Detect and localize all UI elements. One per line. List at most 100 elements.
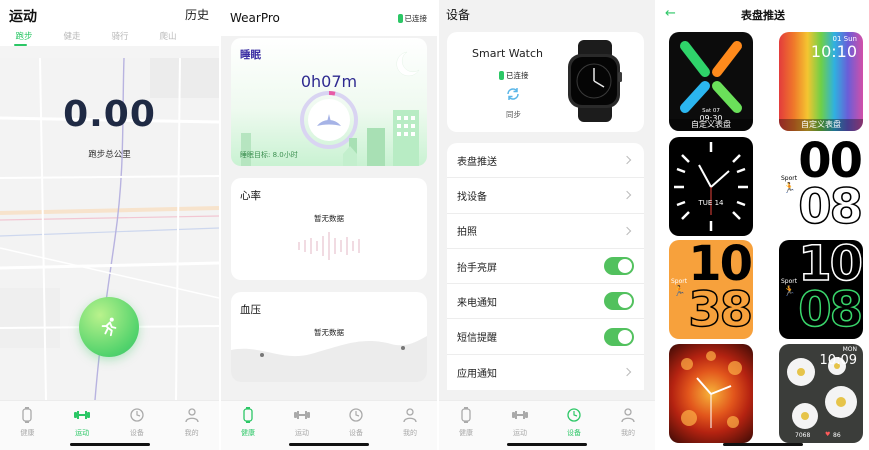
settings-item-label: 应用通知 [457, 368, 497, 380]
device-icon [349, 408, 363, 422]
watch-status-icon [499, 71, 504, 80]
face-8-time: 10:09 [819, 353, 857, 368]
device-card[interactable]: Smart Watch 已连接 同步 [447, 32, 644, 132]
page-title: 运动 [9, 9, 37, 25]
tab-cycling[interactable]: 骑行 [96, 30, 144, 46]
connection-status[interactable]: 已连接 [397, 13, 428, 24]
home-indicator [69, 443, 150, 446]
tab-mine[interactable]: 我的 [383, 401, 437, 450]
toggle-switch[interactable] [604, 292, 634, 311]
settings-item-0[interactable]: 表盘推送 [447, 143, 644, 179]
watch-face-4[interactable]: 00 08 Sport 🏃 [779, 137, 863, 236]
watch-face-5[interactable]: 10 38 Sport 🏃 [669, 240, 753, 339]
device-settings-list: 表盘推送找设备拍照抬手亮屏来电通知短信提醒应用通知 [447, 143, 644, 391]
watch-icon [243, 407, 253, 423]
settings-item-1[interactable]: 找设备 [447, 178, 644, 214]
face-1-caption: 自定义表盘 [669, 119, 753, 131]
user-icon [621, 408, 635, 423]
face-5-minute: 38 [687, 281, 753, 339]
home-indicator [723, 443, 803, 446]
tab-health-label: 健康 [459, 429, 473, 437]
watch-face-3[interactable]: TUE 14 [669, 137, 753, 236]
tab-health-label: 健康 [241, 429, 255, 437]
chevron-right-icon [622, 368, 632, 377]
face-6-label: Sport [781, 278, 798, 285]
history-button[interactable]: 历史 [185, 6, 209, 23]
device-screen: 设备 Smart Watch 已连接 同步 表盘推送 找设备 拍照 抬手亮屏 来… [439, 0, 655, 450]
tab-device-label: 设备 [129, 429, 144, 437]
tab-walking[interactable]: 健走 [48, 30, 96, 46]
tab-mine-label: 我的 [403, 429, 417, 437]
distance-value: 0.00 [63, 94, 156, 135]
sync-label: 同步 [506, 110, 521, 119]
settings-item-3[interactable]: 抬手亮屏 [447, 249, 644, 285]
device-connection-label: 已连接 [506, 71, 529, 80]
tab-climbing[interactable]: 爬山 [144, 30, 192, 46]
user-icon [184, 408, 199, 423]
face-2-caption: 自定义表盘 [779, 119, 863, 131]
user-icon [403, 408, 417, 423]
watch-face-6[interactable]: 10 08 Sport 🏃 [779, 240, 863, 339]
sleep-card[interactable]: 睡眠 0h07m 睡眠目标: 8.0小时 [231, 38, 427, 166]
blood-pressure-card[interactable]: 血压 暂无数据 [231, 292, 427, 382]
sleep-duration: 0h07m [300, 72, 358, 91]
face-4-label: Sport [781, 175, 798, 182]
watch-face-1[interactable]: Sat 07 09:30 自定义表盘 [669, 32, 753, 131]
settings-item-label: 抬手亮屏 [457, 262, 497, 274]
heart-icon: ♥ [825, 431, 831, 438]
tab-motion-label: 运动 [75, 429, 90, 437]
bottom-tabbar: 健康 运动 设备 我的 [221, 400, 437, 450]
heart-rate-card[interactable]: 心率 暂无数据 [231, 178, 427, 280]
settings-item-label: 拍照 [457, 227, 477, 239]
smartwatch-image [568, 40, 622, 122]
analog-dial [674, 142, 748, 231]
settings-item-4[interactable]: 来电通知 [447, 284, 644, 320]
health-header: WearPro 已连接 [221, 0, 437, 36]
settings-item-label: 表盘推送 [457, 156, 497, 168]
tab-device-label: 设备 [349, 429, 363, 437]
tab-health[interactable]: 健康 [0, 401, 55, 450]
settings-item-2[interactable]: 拍照 [447, 214, 644, 249]
health-screen: WearPro 已连接 睡眠 0h07m 睡眠目标: 8.0小时 心率 暂无数据… [221, 0, 437, 450]
chevron-right-icon [622, 191, 632, 200]
app-collage: 运动 历史 跑步 健走 骑行 爬山 0.00 跑步总公里 健康 运动 设备 我的… [0, 0, 869, 450]
tab-mine[interactable]: 我的 [601, 401, 655, 450]
watch-face-8[interactable]: MON 10:09 7068 ♥ 86 [779, 344, 863, 443]
tab-health[interactable]: 健康 [221, 401, 275, 450]
watch-face-7[interactable] [669, 344, 753, 443]
device-header: 设备 [439, 0, 655, 30]
app-title: WearPro [230, 11, 280, 25]
watch-status-icon [397, 14, 403, 23]
face-4-minute: 08 [797, 178, 863, 236]
toggle-switch[interactable] [604, 327, 634, 346]
device-icon [567, 408, 581, 422]
dumbbell-icon [294, 411, 310, 419]
settings-item-label: 找设备 [457, 191, 487, 203]
distance-label: 跑步总公里 [88, 150, 131, 160]
tab-health[interactable]: 健康 [439, 401, 493, 450]
page-title: 设备 [446, 8, 471, 22]
sync-icon[interactable] [505, 86, 521, 102]
sport-type-tabs: 跑步 健走 骑行 爬山 [0, 30, 219, 46]
heart-rate-placeholder-chart [298, 232, 360, 260]
blood-pressure-wave [231, 336, 427, 382]
connection-label: 已连接 [404, 14, 428, 23]
start-run-button[interactable] [79, 297, 139, 357]
bottom-tabbar: 健康 运动 设备 我的 [0, 400, 219, 450]
motion-header: 运动 历史 跑步 健走 骑行 爬山 [0, 0, 219, 46]
face-2-time: 10:10 [810, 42, 857, 61]
chevron-right-icon [622, 226, 632, 235]
settings-item-label: 来电通知 [457, 297, 497, 309]
settings-item-6[interactable]: 应用通知 [447, 355, 644, 390]
tab-mine[interactable]: 我的 [164, 401, 219, 450]
tab-motion-label: 运动 [513, 429, 527, 437]
motion-screen: 运动 历史 跑步 健走 骑行 爬山 0.00 跑步总公里 健康 运动 设备 我的 [0, 0, 219, 450]
watch-face-2[interactable]: 01 Sun 10:10 自定义表盘 [779, 32, 863, 131]
device-icon [130, 408, 144, 422]
runner-icon [101, 317, 117, 337]
settings-item-5[interactable]: 短信提醒 [447, 319, 644, 355]
face-5-label: Sport [671, 278, 688, 285]
settings-item-label: 短信提醒 [457, 333, 497, 345]
toggle-switch[interactable] [604, 257, 634, 276]
runner-icon: 🏃 [783, 286, 796, 297]
